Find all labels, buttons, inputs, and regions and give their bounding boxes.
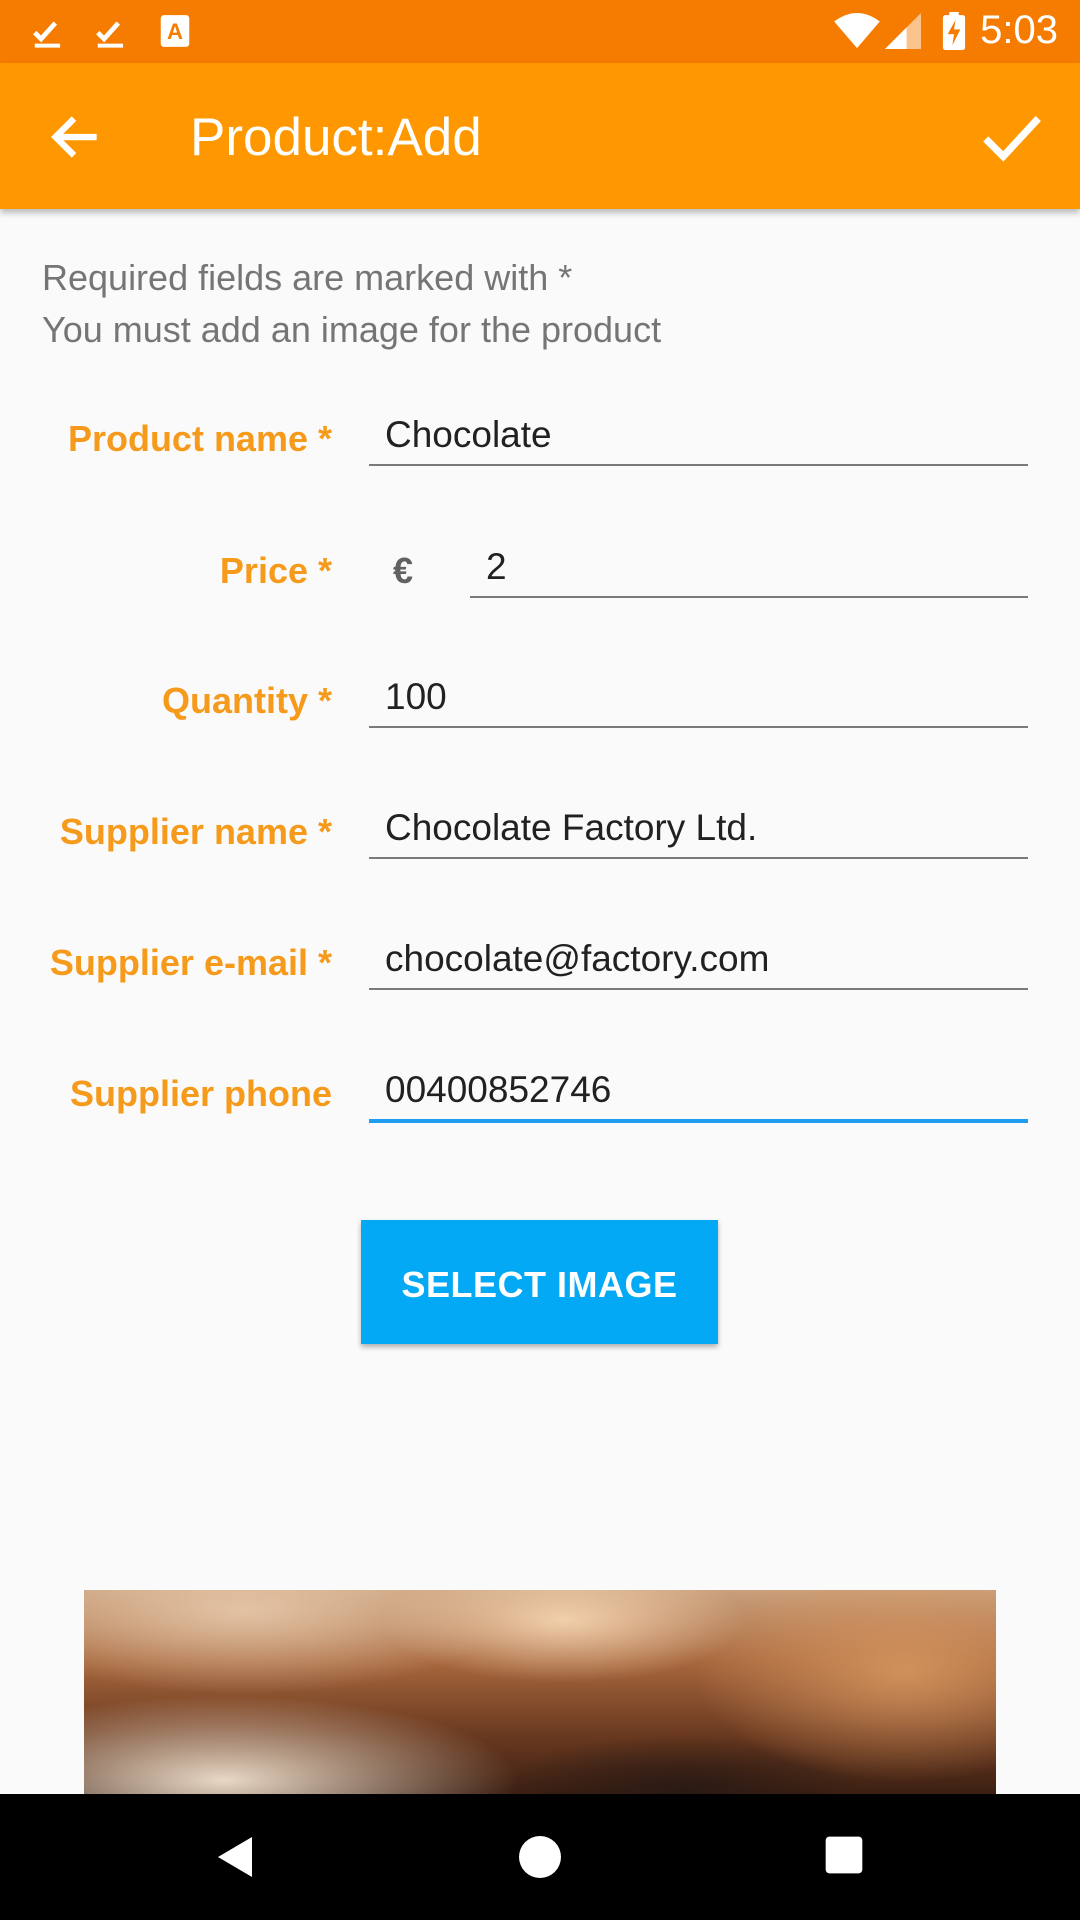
app-bar: Product:Add	[0, 63, 1080, 209]
supplier-name-field[interactable]: Chocolate Factory Ltd.	[369, 793, 1028, 859]
svg-text:A: A	[167, 19, 183, 44]
wifi-icon	[834, 12, 880, 49]
check-icon[interactable]	[974, 101, 1050, 171]
supplier-phone-field[interactable]: 00400852746	[369, 1055, 1028, 1123]
home-circle-icon[interactable]	[516, 1833, 564, 1881]
product-image-preview	[84, 1590, 996, 1795]
price-field[interactable]: 2	[470, 532, 1028, 598]
supplier-phone-value: 00400852746	[385, 1069, 612, 1110]
select-image-label: SELECT IMAGE	[401, 1264, 678, 1305]
price-row: Price * € 2	[0, 532, 1080, 612]
product-name-value: Chocolate	[385, 414, 552, 455]
clock: 5:03	[980, 8, 1058, 52]
supplier-email-field[interactable]: chocolate@factory.com	[369, 924, 1028, 990]
signal-icon	[885, 13, 921, 49]
arrow-back-icon[interactable]	[36, 103, 112, 171]
recents-square-icon[interactable]	[822, 1833, 866, 1877]
supplier-name-row: Supplier name * Chocolate Factory Ltd.	[0, 793, 1080, 873]
supplier-email-row: Supplier e-mail * chocolate@factory.com	[0, 924, 1080, 1004]
quantity-label: Quantity *	[161, 680, 332, 721]
required-info: Required fields are marked with * You mu…	[42, 252, 661, 356]
text-app-icon: A	[160, 15, 190, 47]
product-name-row: Product name * Chocolate	[0, 400, 1080, 480]
product-name-label: Product name *	[67, 418, 332, 459]
supplier-email-label: Supplier e-mail *	[49, 942, 332, 983]
currency-symbol: €	[393, 550, 414, 591]
status-bar: A 5:03	[0, 0, 1080, 63]
download-done-icon	[96, 21, 124, 48]
supplier-name-label: Supplier name *	[59, 811, 332, 852]
price-label: Price *	[219, 550, 332, 591]
download-done-icon	[33, 21, 61, 48]
quantity-field[interactable]: 100	[369, 662, 1028, 728]
required-fields-note: Required fields are marked with *	[42, 257, 573, 298]
quantity-value: 100	[385, 676, 447, 717]
page-title: Product:Add	[190, 108, 482, 167]
quantity-row: Quantity * 100	[0, 662, 1080, 742]
supplier-phone-row: Supplier phone 00400852746	[0, 1055, 1080, 1135]
supplier-email-value: chocolate@factory.com	[385, 938, 770, 979]
battery-charging-icon	[942, 12, 966, 50]
back-triangle-icon[interactable]	[212, 1833, 260, 1881]
product-name-field[interactable]: Chocolate	[369, 400, 1028, 466]
select-image-button[interactable]: SELECT IMAGE	[361, 1220, 718, 1344]
price-value: 2	[486, 546, 507, 587]
navigation-bar	[0, 1794, 1080, 1920]
supplier-name-value: Chocolate Factory Ltd.	[385, 807, 758, 848]
chocolate-photo	[84, 1590, 996, 1795]
supplier-phone-label: Supplier phone	[69, 1073, 332, 1114]
image-required-note: You must add an image for the product	[42, 309, 662, 350]
